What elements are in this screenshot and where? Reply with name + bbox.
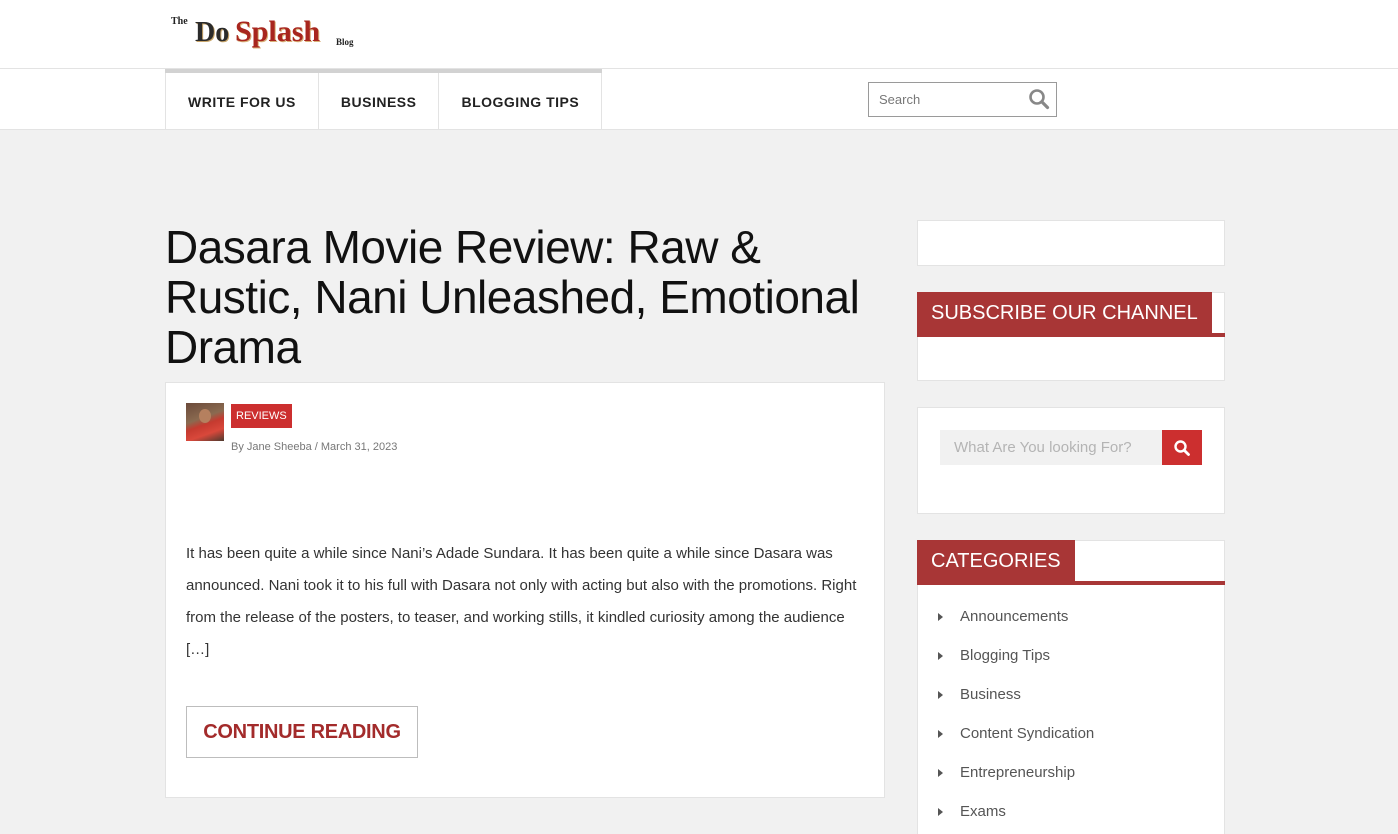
category-item[interactable]: Announcements bbox=[938, 597, 1094, 636]
category-item[interactable]: Blogging Tips bbox=[938, 636, 1094, 675]
search-icon[interactable] bbox=[1028, 88, 1050, 110]
category-list: Announcements Blogging Tips Business Con… bbox=[938, 597, 1094, 831]
caret-right-icon bbox=[938, 651, 943, 660]
category-item[interactable]: Business bbox=[938, 675, 1094, 714]
categories-widget-header: CATEGORIES bbox=[917, 540, 1225, 585]
sidebar-empty-widget bbox=[917, 220, 1225, 266]
category-label: Exams bbox=[960, 803, 1006, 820]
logo-do: Do bbox=[195, 17, 230, 48]
category-label: Blogging Tips bbox=[960, 647, 1051, 664]
post-byline: By Jane Sheeba / March 31, 2023 bbox=[231, 441, 398, 453]
header-search-input[interactable] bbox=[869, 83, 1024, 116]
post-excerpt: It has been quite a while since Nani’s A… bbox=[186, 545, 857, 658]
logo-splash: Splash bbox=[235, 15, 321, 48]
subscribe-widget: SUBSCRIBE OUR CHANNEL bbox=[917, 292, 1225, 381]
sidebar-search-button[interactable] bbox=[1162, 430, 1202, 465]
category-label: Content Syndication bbox=[960, 725, 1095, 742]
categories-widget: CATEGORIES Announcements Blogging Tips B… bbox=[917, 540, 1225, 834]
nav-item-business[interactable]: BUSINESS bbox=[317, 73, 439, 130]
caret-right-icon bbox=[938, 690, 943, 699]
category-item[interactable]: Entrepreneurship bbox=[938, 753, 1094, 792]
site-header: The Do Splash Blog bbox=[0, 0, 1398, 69]
sidebar-search-input[interactable] bbox=[940, 430, 1162, 465]
caret-right-icon bbox=[938, 768, 943, 777]
categories-title: CATEGORIES bbox=[917, 540, 1075, 581]
post-title[interactable]: Dasara Movie Review: Raw & Rustic, Nani … bbox=[165, 222, 885, 372]
author-avatar[interactable] bbox=[186, 403, 224, 441]
continue-reading-button[interactable]: CONTINUE READING bbox=[186, 706, 418, 758]
header-search bbox=[868, 82, 1057, 117]
subscribe-title: SUBSCRIBE OUR CHANNEL bbox=[917, 292, 1212, 333]
category-badge[interactable]: REVIEWS bbox=[231, 404, 292, 428]
post-card: REVIEWS By Jane Sheeba / March 31, 2023 … bbox=[165, 382, 885, 798]
subscribe-widget-header: SUBSCRIBE OUR CHANNEL bbox=[917, 292, 1225, 337]
caret-right-icon bbox=[938, 807, 943, 816]
category-item[interactable]: Exams bbox=[938, 792, 1094, 831]
category-item[interactable]: Content Syndication bbox=[938, 714, 1094, 753]
logo-the: The bbox=[171, 16, 188, 27]
logo-blog: Blog bbox=[336, 37, 354, 47]
site-logo[interactable]: The Do Splash Blog bbox=[171, 14, 361, 54]
category-label: Entrepreneurship bbox=[960, 764, 1076, 781]
search-icon bbox=[1174, 439, 1190, 456]
main-navigation: WRITE FOR US BUSINESS BLOGGING TIPS bbox=[0, 69, 1398, 130]
caret-right-icon bbox=[938, 612, 943, 621]
category-label: Business bbox=[960, 686, 1021, 703]
nav-menu: WRITE FOR US BUSINESS BLOGGING TIPS bbox=[165, 69, 603, 130]
sidebar-search-widget bbox=[917, 407, 1225, 514]
nav-item-write-for-us[interactable]: WRITE FOR US bbox=[165, 73, 318, 130]
category-label: Announcements bbox=[960, 608, 1069, 625]
caret-right-icon bbox=[938, 729, 943, 738]
nav-item-blogging-tips[interactable]: BLOGGING TIPS bbox=[438, 73, 603, 130]
